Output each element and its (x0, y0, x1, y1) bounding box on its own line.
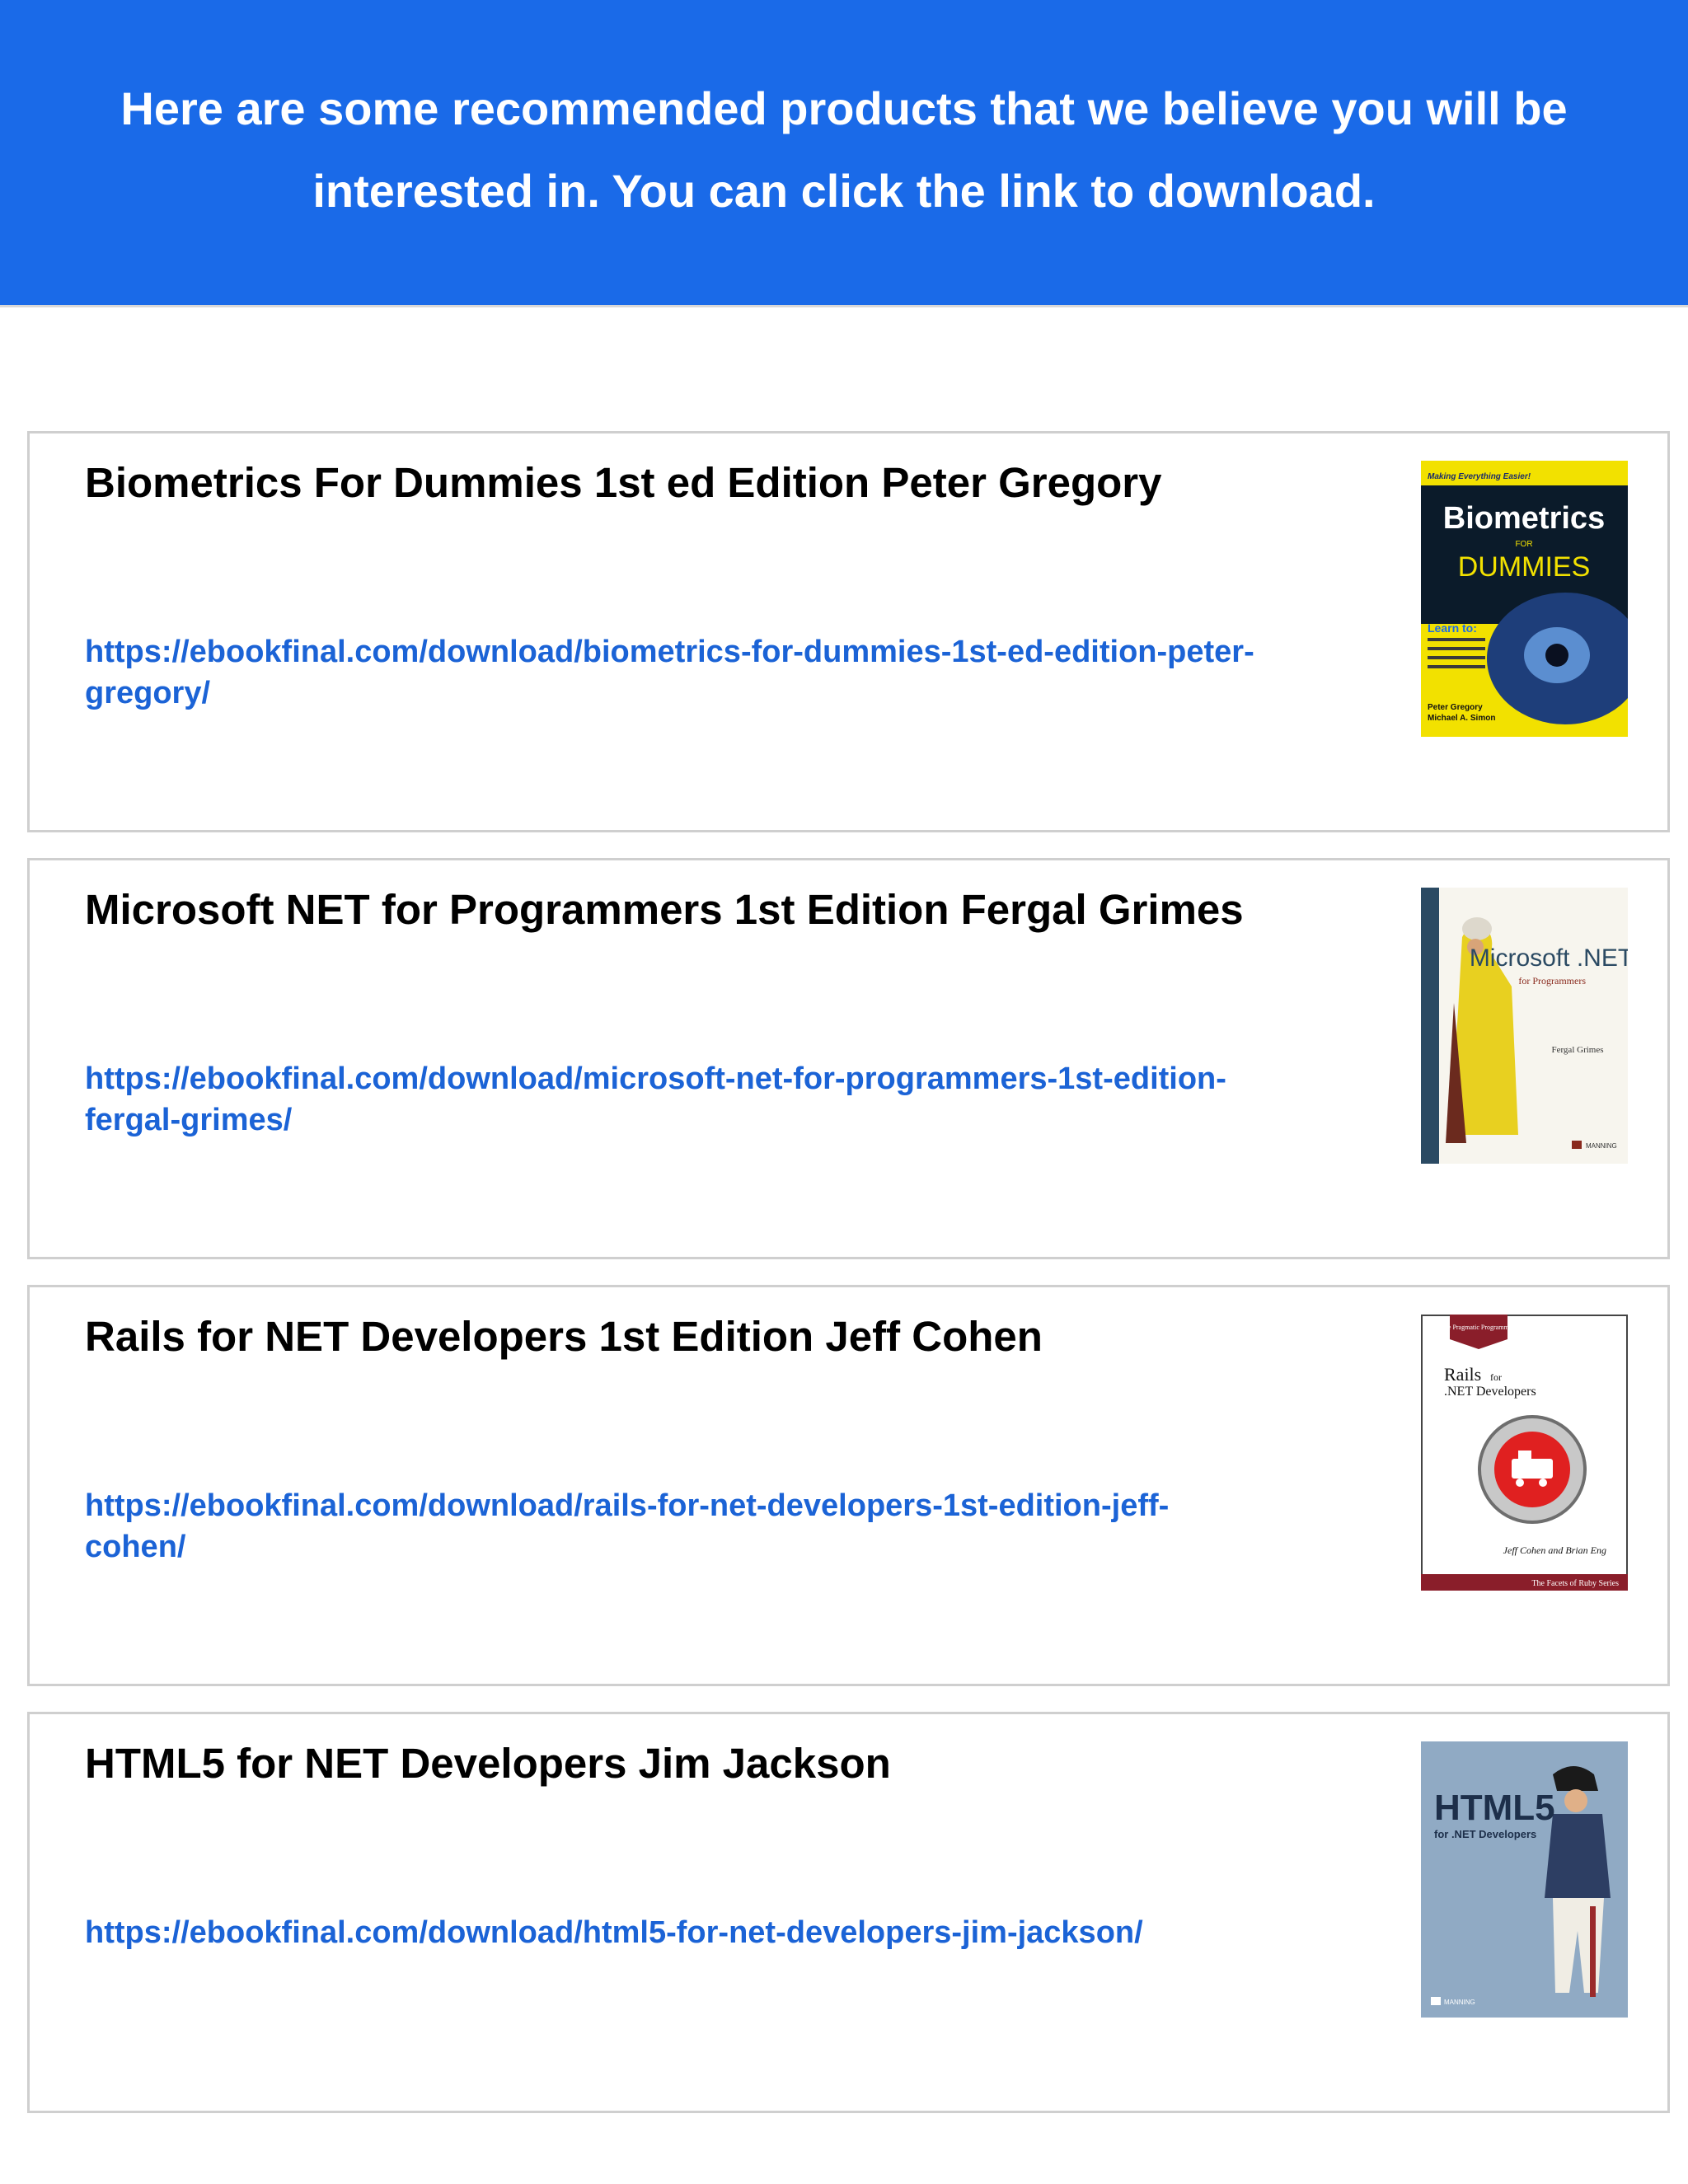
book-cover-image: Microsoft .NET for Programmers Fergal Gr… (1421, 888, 1628, 1164)
cover-title-main: Microsoft .NET (1470, 944, 1628, 972)
product-download-link[interactable]: https://ebookfinal.com/download/microsof… (85, 1058, 1264, 1141)
product-card-html5: HTML5 for NET Developers Jim Jackson htt… (27, 1712, 1670, 2113)
book-cover-image: HTML5 for .NET Developers MANNING (1421, 1741, 1628, 2018)
product-title: Rails for NET Developers 1st Edition Jef… (85, 1313, 1043, 1360)
product-download-link[interactable]: https://ebookfinal.com/download/html5-fo… (85, 1912, 1264, 1953)
cover-title-main: Rails (1444, 1364, 1481, 1385)
cover-author-2: Michael A. Simon (1428, 714, 1495, 723)
product-title: HTML5 for NET Developers Jim Jackson (85, 1740, 891, 1787)
cover-learn: Learn to: (1428, 621, 1477, 635)
cover-title-series: DUMMIES (1458, 551, 1591, 583)
header-text: Here are some recommended products that … (120, 82, 1568, 217)
microsoft-net-cover-art: Microsoft .NET for Programmers Fergal Gr… (1421, 888, 1628, 1164)
cover-publisher: MANNING (1586, 1142, 1617, 1150)
book-cover-image: Making Everything Easier! Biometrics FOR… (1421, 461, 1628, 737)
cover-badge: The Pragmatic Programmers (1441, 1324, 1517, 1331)
product-card-microsoft-net: Microsoft NET for Programmers 1st Editio… (27, 858, 1670, 1259)
product-title: Microsoft NET for Programmers 1st Editio… (85, 886, 1244, 933)
rails-cover-art: The Pragmatic Programmers Rails for .NET… (1421, 1315, 1628, 1591)
product-card-biometrics: Biometrics For Dummies 1st ed Edition Pe… (27, 431, 1670, 832)
cover-title-for: for (1490, 1371, 1502, 1383)
cover-subtitle: for Programmers (1518, 975, 1586, 987)
cover-author-1: Peter Gregory (1428, 703, 1483, 712)
cover-tagline: Making Everything Easier! (1428, 472, 1531, 481)
product-download-link[interactable]: https://ebookfinal.com/download/rails-fo… (85, 1485, 1264, 1568)
cover-authors: Jeff Cohen and Brian Eng (1503, 1544, 1606, 1556)
cover-title-main: HTML5 (1434, 1788, 1555, 1828)
cover-publisher: MANNING (1444, 1999, 1475, 2006)
product-card-rails: Rails for NET Developers 1st Edition Jef… (27, 1285, 1670, 1686)
cover-series: The Facets of Ruby Series (1531, 1579, 1619, 1588)
html5-cover-art: HTML5 for .NET Developers MANNING (1421, 1741, 1628, 2018)
header-banner: Here are some recommended products that … (0, 0, 1688, 307)
cover-author: Fergal Grimes (1551, 1045, 1603, 1055)
cover-subtitle: .NET Developers (1444, 1385, 1536, 1399)
cover-title-main: Biometrics (1443, 501, 1605, 536)
product-title: Biometrics For Dummies 1st ed Edition Pe… (85, 459, 1162, 506)
book-cover-image: The Pragmatic Programmers Rails for .NET… (1421, 1315, 1628, 1591)
cover-title-for: FOR (1515, 540, 1532, 549)
product-download-link[interactable]: https://ebookfinal.com/download/biometri… (85, 631, 1264, 714)
biometrics-cover-art: Making Everything Easier! Biometrics FOR… (1421, 461, 1628, 737)
cover-subtitle: for .NET Developers (1434, 1828, 1536, 1840)
